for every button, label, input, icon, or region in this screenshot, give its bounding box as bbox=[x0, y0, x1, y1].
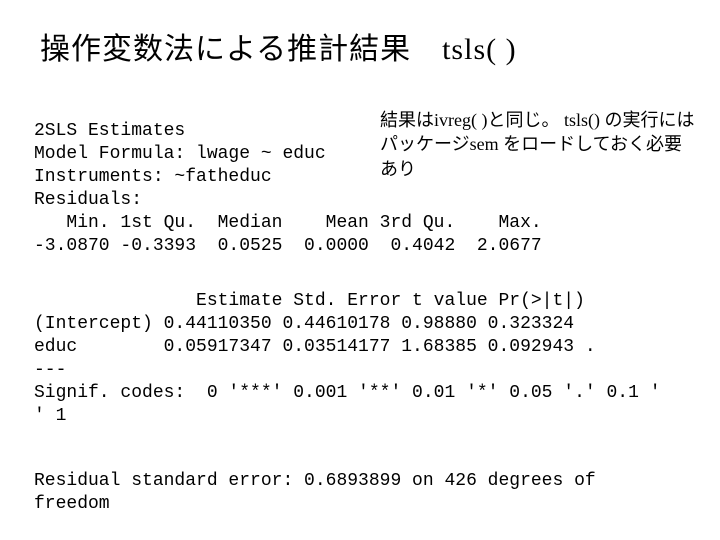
slide-title: 操作変数法による推計結果 tsls( ) bbox=[40, 24, 517, 68]
output-footer-block: Residual standard error: 0.6893899 on 42… bbox=[34, 470, 596, 516]
output-coef-block: Estimate Std. Error t value Pr(>|t|) (In… bbox=[34, 290, 661, 428]
output-header-block: 2SLS Estimates Model Formula: lwage ~ ed… bbox=[34, 120, 542, 258]
